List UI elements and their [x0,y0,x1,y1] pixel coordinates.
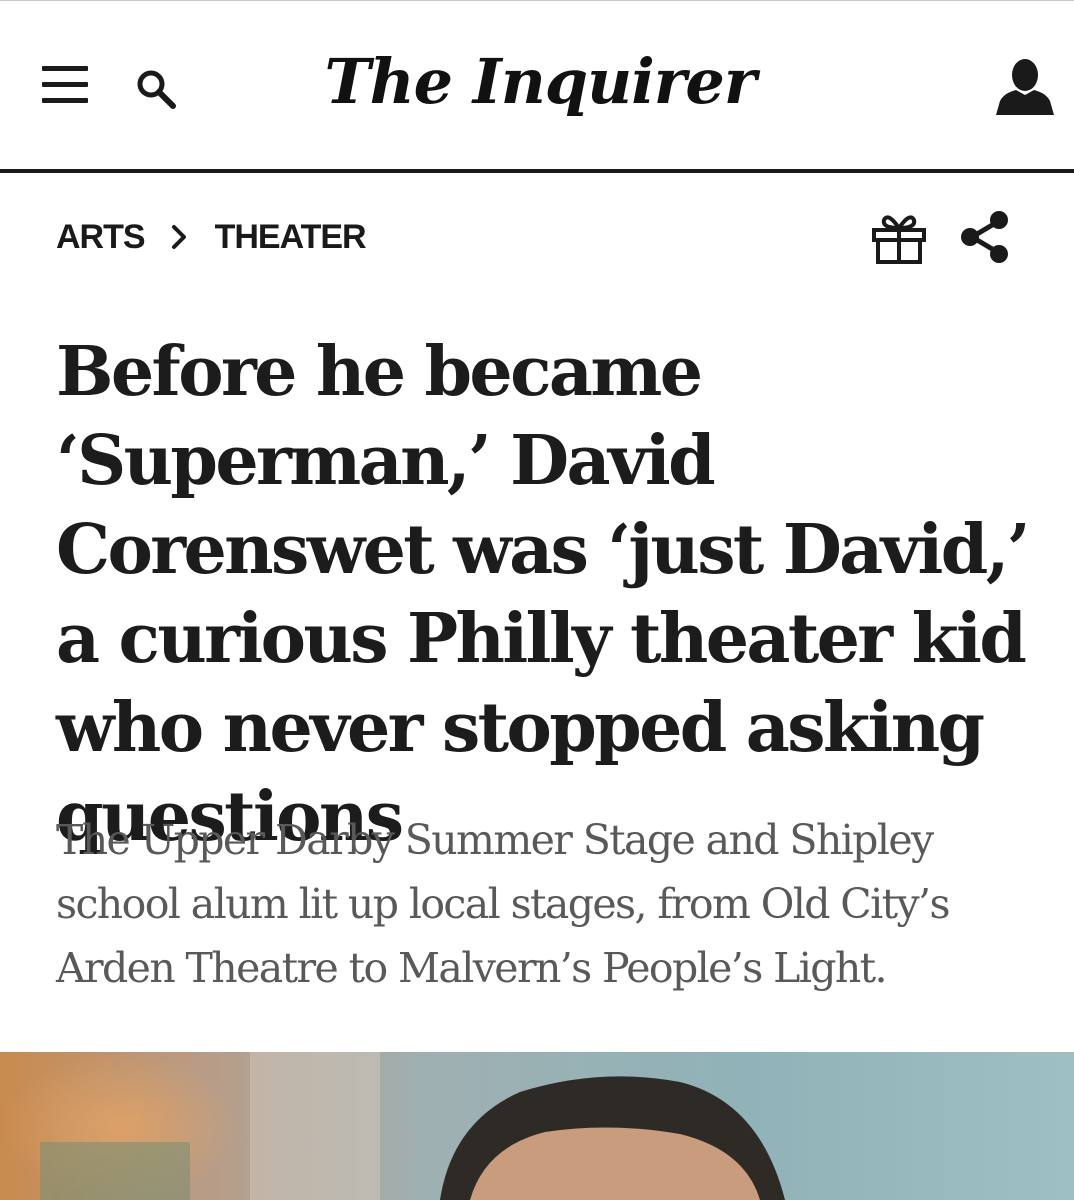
article-headline: Before he became ‘Superman,’ David Coren… [56,332,1030,857]
article-dek: The Upper Darby Summer Stage and Shipley… [56,816,951,992]
breadcrumb-arts[interactable]: ARTS [56,218,146,257]
lead-photo[interactable] [0,1052,1074,1200]
breadcrumb: ARTS THEATER [56,212,367,262]
user-account-icon[interactable] [992,57,1056,117]
logo[interactable]: The Inquirer [324,31,756,131]
hamburger-menu-icon[interactable] [42,66,88,104]
chevron-right-icon [145,217,215,257]
gift-icon[interactable] [866,206,930,266]
search-icon[interactable] [132,63,184,115]
masthead: The Inquirer [0,1,1074,169]
masthead-divider [0,169,1074,173]
breadcrumb-theater[interactable]: THEATER [215,218,367,257]
share-icon[interactable] [958,208,1014,266]
